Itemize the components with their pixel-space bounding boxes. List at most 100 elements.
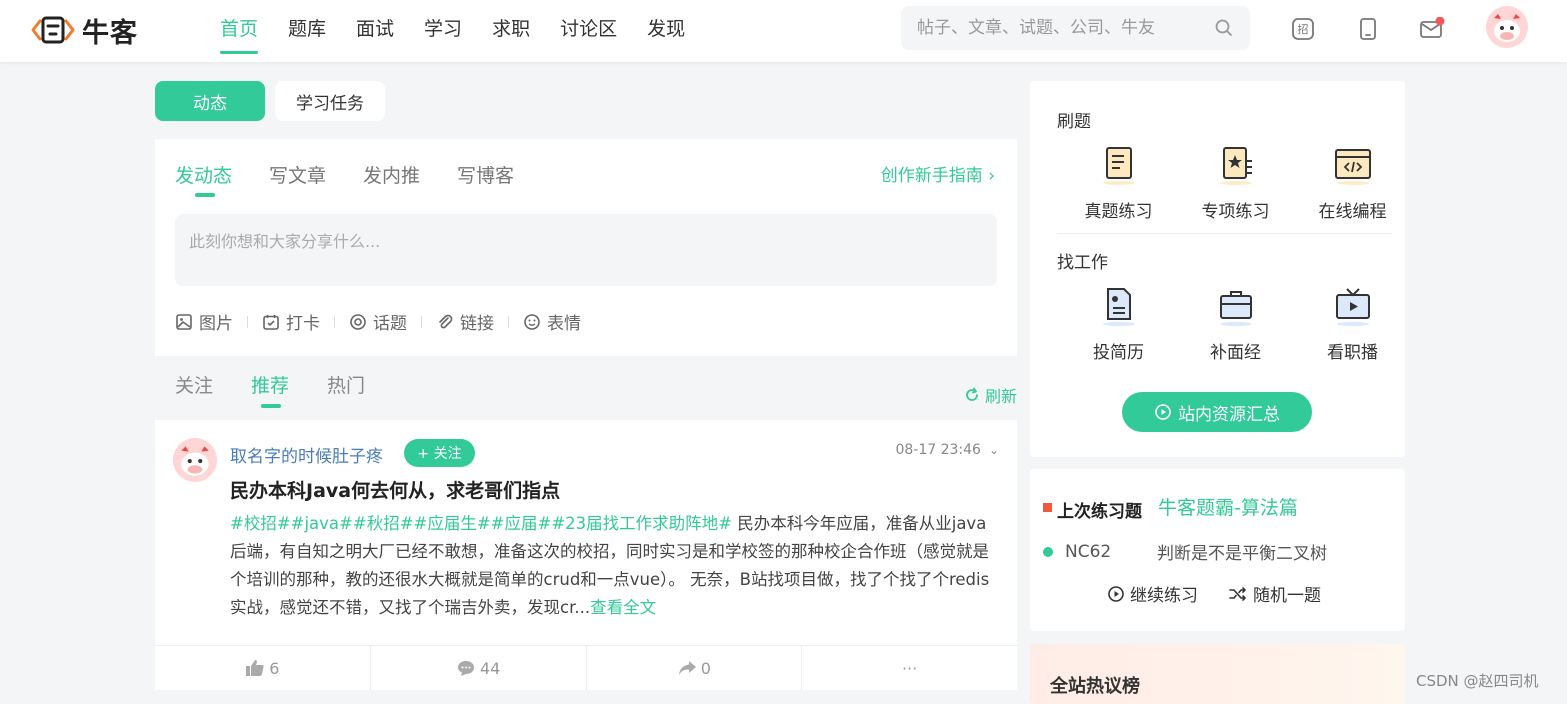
share-count: 0	[700, 658, 711, 678]
hot-list-title[interactable]: 全站热议榜	[1050, 672, 1140, 698]
job-live-stream[interactable]: 看职播	[1294, 284, 1411, 363]
tool-link[interactable]: 链接	[436, 309, 494, 334]
hot-list-card: 全站热议榜	[1030, 644, 1405, 704]
continue-practice-button[interactable]: 继续练习	[1107, 581, 1198, 606]
recruit-glyph: 招	[1297, 23, 1309, 36]
unread-dot	[1435, 17, 1445, 26]
comment-button[interactable]: 44	[371, 646, 587, 690]
main-column: 动态 学习任务 发动态 写文章 发内推 写博客 创作新手指南 › 此刻你想和大家…	[155, 81, 1017, 690]
practice-online-coding[interactable]: 在线编程	[1294, 143, 1411, 222]
job-interview-notes[interactable]: 补面经	[1177, 284, 1294, 363]
nav-item-discover[interactable]: 发现	[647, 0, 685, 62]
composer-textarea[interactable]: 此刻你想和大家分享什么...	[175, 214, 997, 286]
cow-avatar-icon	[173, 438, 217, 482]
like-button[interactable]: 6	[155, 646, 371, 690]
resources-button[interactable]: 站内资源汇总	[1122, 392, 1312, 432]
post-author-name[interactable]: 取名字的时候肚子疼	[230, 442, 383, 467]
practice-real-exam[interactable]: 真题练习	[1060, 143, 1177, 222]
follow-button[interactable]: + 关注	[404, 439, 475, 467]
feed-post: 取名字的时候肚子疼 + 关注 08-17 23:46 ⌄ 民办本科Java何去何…	[155, 420, 1017, 690]
nav-item-jobs[interactable]: 求职	[492, 0, 530, 62]
tool-topic[interactable]: 话题	[349, 309, 407, 334]
nav-item-discuss[interactable]: 讨论区	[560, 0, 617, 62]
search-input[interactable]	[917, 18, 1214, 38]
logo-icon	[31, 16, 75, 44]
search-icon[interactable]	[1214, 18, 1234, 38]
logo[interactable]: 牛客	[30, 12, 138, 49]
share-icon	[678, 661, 696, 675]
last-practice-question[interactable]: NC62 判断是不是平衡二叉树	[1043, 539, 1327, 564]
feed-tab-recommended[interactable]: 推荐	[251, 371, 289, 408]
last-practice-card: 上次练习题 牛客题霸-算法篇 NC62 判断是不是平衡二叉树 继续练习 随机一题	[1030, 469, 1405, 631]
message-icon[interactable]	[1419, 16, 1445, 42]
feed-tab-hot[interactable]: 热门	[327, 371, 365, 398]
tool-emoji[interactable]: 表情	[523, 309, 581, 334]
job-grid: 投简历 补面经 看职播	[1060, 284, 1411, 363]
brand-name: 牛客	[82, 17, 138, 49]
composer-tab-article[interactable]: 写文章	[269, 161, 326, 188]
practice-online-coding-label: 在线编程	[1318, 202, 1387, 222]
job-submit-resume-label: 投简历	[1093, 343, 1144, 363]
tool-link-label: 链接	[460, 314, 494, 334]
creator-guide-link[interactable]: 创作新手指南 ›	[881, 161, 995, 186]
like-count: 6	[269, 658, 280, 678]
more-options-button[interactable]: ···	[802, 646, 1017, 690]
job-section-title: 找工作	[1057, 253, 1108, 273]
continue-practice-label: 继续练习	[1130, 586, 1198, 606]
post-title[interactable]: 民办本科Java何去何从，求老哥们指点	[230, 476, 560, 503]
composer-tab-blog[interactable]: 写博客	[457, 161, 514, 188]
post-composer: 发动态 写文章 发内推 写博客 创作新手指南 › 此刻你想和大家分享什么... …	[155, 139, 1017, 356]
nav-item-learn[interactable]: 学习	[424, 0, 462, 62]
image-icon	[176, 313, 192, 330]
smiley-icon	[524, 313, 540, 330]
tool-checkin[interactable]: 打卡	[262, 309, 320, 334]
nav-item-question-bank[interactable]: 题库	[288, 0, 326, 62]
feed-tab-following[interactable]: 关注	[175, 371, 213, 398]
random-question-button[interactable]: 随机一题	[1228, 581, 1321, 606]
divider	[508, 315, 509, 328]
practice-section-title: 刷题	[1057, 112, 1091, 132]
tool-emoji-label: 表情	[547, 314, 581, 334]
practice-topic-label: 专项练习	[1201, 202, 1270, 222]
divider	[247, 315, 248, 328]
post-tags[interactable]: #校招##java##秋招##应届生##应届##23届找工作求助阵地#	[230, 514, 732, 533]
read-more-link[interactable]: 查看全文	[590, 598, 656, 617]
divider	[334, 315, 335, 328]
at-icon	[350, 313, 366, 330]
tab-learning-tasks[interactable]: 学习任务	[275, 81, 385, 121]
last-practice-label: 上次练习题	[1043, 497, 1142, 522]
tool-checkin-label: 打卡	[286, 314, 320, 334]
share-button[interactable]: 0	[587, 646, 803, 690]
job-submit-resume[interactable]: 投简历	[1060, 284, 1177, 363]
thumbs-up-icon	[246, 660, 264, 676]
watermark: CSDN @赵四司机	[1416, 672, 1539, 690]
app-download-icon[interactable]	[1355, 16, 1381, 42]
code-window-icon	[1334, 149, 1371, 185]
chevron-down-icon[interactable]: ⌄	[989, 443, 999, 457]
refresh-icon	[966, 387, 978, 401]
practice-grid: 真题练习 专项练习 在线编程	[1060, 143, 1411, 222]
recruit-icon[interactable]: 招	[1290, 16, 1316, 42]
question-name: 判断是不是平衡二叉树	[1157, 544, 1327, 564]
job-interview-notes-label: 补面经	[1210, 343, 1261, 363]
divider	[1057, 233, 1392, 234]
composer-tab-post[interactable]: 发动态	[175, 161, 232, 197]
tool-image[interactable]: 图片	[175, 309, 233, 334]
user-avatar[interactable]	[1486, 6, 1528, 48]
refresh-button[interactable]: 刷新	[964, 383, 1017, 407]
last-practice-link[interactable]: 牛客题霸-算法篇	[1158, 493, 1298, 520]
tool-topic-label: 话题	[373, 314, 407, 334]
post-time: 08-17 23:46 ⌄	[895, 442, 999, 458]
job-live-stream-label: 看职播	[1327, 343, 1378, 363]
nav-item-interview[interactable]: 面试	[356, 0, 394, 62]
top-bar: 牛客 首页 题库 面试 学习 求职 讨论区 发现 招	[0, 0, 1567, 62]
practice-topic[interactable]: 专项练习	[1177, 143, 1294, 222]
nav-item-home[interactable]: 首页	[220, 0, 259, 62]
chevron-right-icon: ›	[988, 166, 995, 186]
feed-tabs: 关注 推荐 热门	[175, 371, 365, 408]
post-author-avatar[interactable]	[173, 438, 217, 482]
post-actions: 6 44 0 ···	[155, 645, 1017, 690]
composer-tab-referral[interactable]: 发内推	[363, 161, 420, 188]
paperclip-icon	[439, 314, 453, 328]
tab-feed[interactable]: 动态	[155, 81, 265, 121]
